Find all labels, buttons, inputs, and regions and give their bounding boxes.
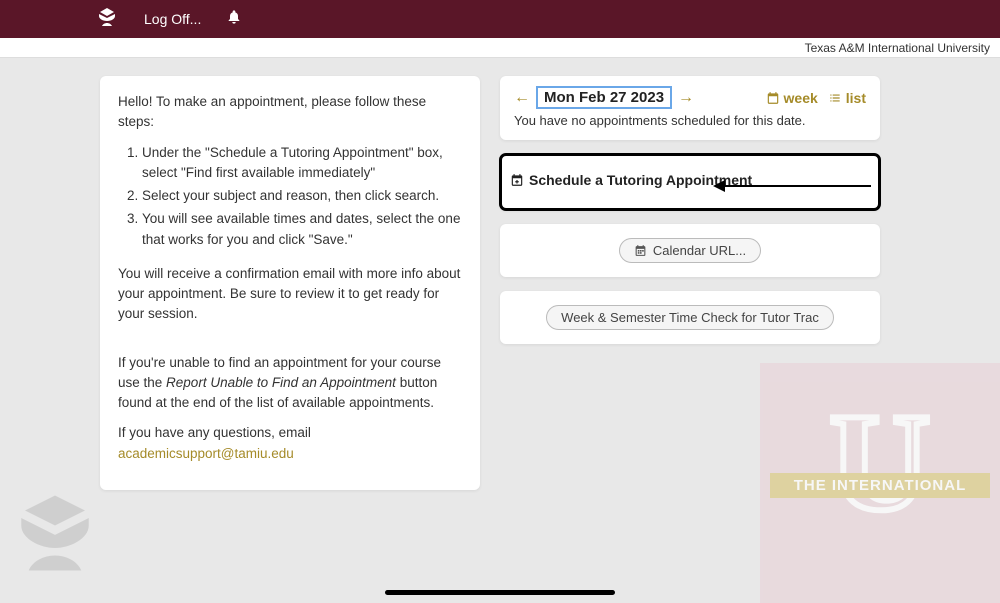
timecheck-button[interactable]: Week & Semester Time Check for Tutor Tra… [546,305,834,330]
instructions-card: Hello! To make an appointment, please fo… [100,76,480,490]
confirm-text: You will receive a confirmation email wi… [118,264,462,325]
view-list-toggle[interactable]: list [828,90,866,106]
step-item: Under the "Schedule a Tutoring Appointme… [142,143,462,184]
steps-list: Under the "Schedule a Tutoring Appointme… [142,143,462,250]
questions-text: If you have any questions, email academi… [118,423,462,464]
date-display[interactable]: Mon Feb 27 2023 [536,86,672,109]
step-item: Select your subject and reason, then cli… [142,186,462,206]
list-icon [828,91,842,105]
prev-date-arrow-icon[interactable]: ← [514,89,530,107]
watermark-banner: THE INTERNATIONAL [770,473,990,498]
schedule-card: Schedule a Tutoring Appointment [500,154,880,210]
app-logo-icon [95,5,119,34]
watermark-logo: U THE INTERNATIONAL [760,363,1000,603]
top-bar: Log Off... [0,0,1000,38]
schedule-tutoring-link[interactable]: Schedule a Tutoring Appointment [510,172,752,188]
date-card: ← Mon Feb 27 2023 → week list You have n… [500,76,880,140]
next-date-arrow-icon[interactable]: → [678,89,694,107]
calendar-url-card: Calendar URL... [500,224,880,277]
calendar-grid-icon [634,244,647,257]
logoff-link[interactable]: Log Off... [144,11,201,27]
calendar-plus-icon [510,173,524,187]
step-item: You will see available times and dates, … [142,209,462,250]
home-indicator [385,590,615,595]
no-appointments-msg: You have no appointments scheduled for t… [514,113,866,128]
intro-text: Hello! To make an appointment, please fo… [118,92,462,133]
calendar-icon [766,91,780,105]
timecheck-card: Week & Semester Time Check for Tutor Tra… [500,291,880,344]
watermark-letter: U [780,393,980,533]
unable-text: If you're unable to find an appointment … [118,353,462,414]
view-week-toggle[interactable]: week [766,90,818,106]
support-email-link[interactable]: academicsupport@tamiu.edu [118,446,294,461]
bell-icon[interactable] [226,9,242,30]
footer-logo-icon [10,488,100,583]
org-subbar: Texas A&M International University [0,38,1000,58]
calendar-url-button[interactable]: Calendar URL... [619,238,761,263]
